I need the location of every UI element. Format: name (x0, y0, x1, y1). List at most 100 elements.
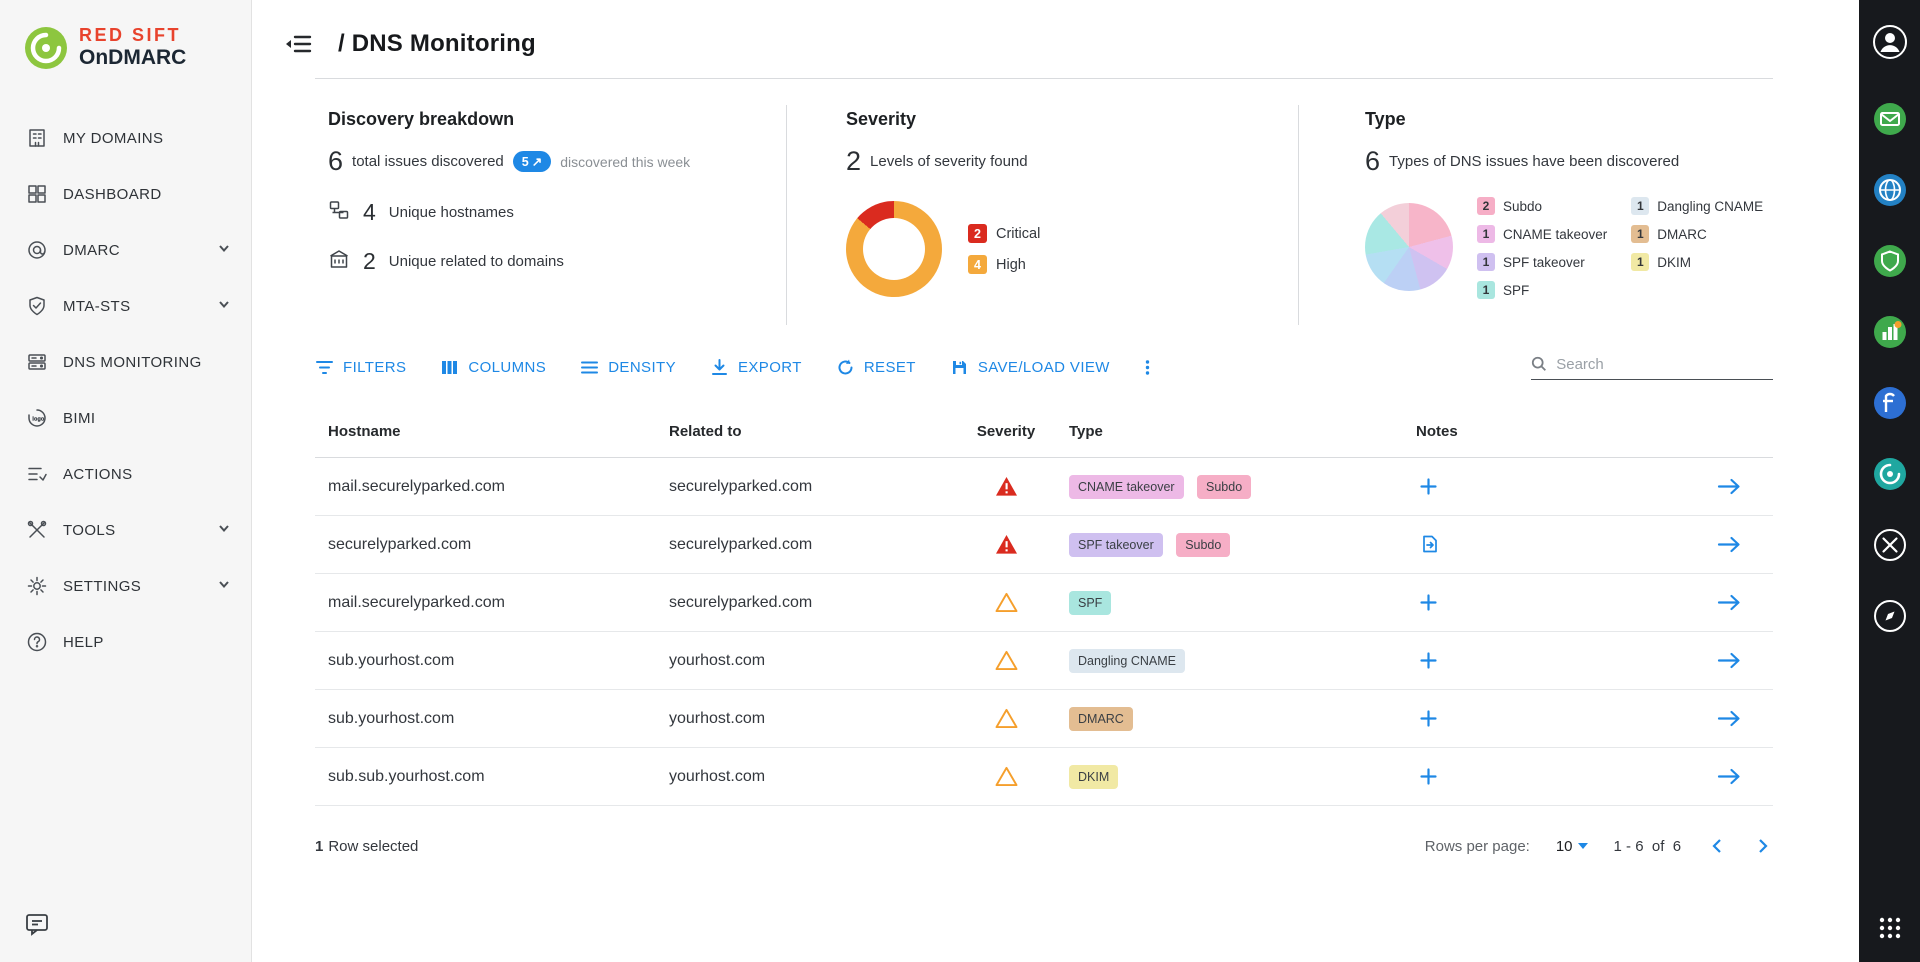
sidebar-item-help[interactable]: HELP (0, 614, 251, 670)
sidebar-item-dmarc[interactable]: DMARC (0, 222, 251, 278)
type-tag: CNAME takeover (1069, 475, 1184, 499)
sidebar-item-dns-monitoring[interactable]: DNS MONITORING (0, 334, 251, 390)
more-options-button[interactable] (1138, 358, 1157, 377)
row-details-button[interactable] (1713, 648, 1745, 673)
table-row[interactable]: sub.sub.yourhost.com yourhost.com DKIM (315, 748, 1773, 806)
trend-up-icon: ↗ (532, 154, 542, 169)
sidebar-item-dashboard[interactable]: DASHBOARD (0, 166, 251, 222)
row-details-button[interactable] (1713, 764, 1745, 789)
view-note-button[interactable] (1416, 530, 1444, 558)
add-note-button[interactable] (1416, 590, 1441, 615)
support-chat-button[interactable] (24, 911, 50, 940)
card-title: Discovery breakdown (328, 109, 776, 130)
table-footer: 1 Row selected Rows per page: 10 1 - 6 o… (315, 834, 1773, 858)
critical-severity-icon (995, 534, 1018, 555)
severity-cell (956, 534, 1056, 555)
total-issues-label: total issues discovered (352, 153, 504, 170)
export-button[interactable]: EXPORT (710, 358, 802, 377)
ondmarc-app-icon[interactable] (1873, 102, 1907, 136)
reset-button[interactable]: RESET (836, 358, 916, 377)
related-domains-count: 2 (363, 248, 376, 275)
col-header-type: Type (1056, 423, 1403, 440)
settings-icon (26, 575, 48, 597)
profile-button[interactable] (1872, 24, 1908, 60)
type-cell: SPF (1056, 591, 1403, 615)
row-details-button[interactable] (1713, 590, 1745, 615)
app-launcher-icon[interactable] (1877, 915, 1903, 944)
high-severity-icon (995, 708, 1018, 729)
table-row[interactable]: sub.yourhost.com yourhost.com DMARC (315, 690, 1773, 748)
type-tag: Subdo (1176, 533, 1230, 557)
rows-per-page-select[interactable]: 10 (1556, 838, 1588, 855)
add-note-button[interactable] (1416, 474, 1441, 499)
type-count-label: Types of DNS issues have been discovered (1389, 153, 1679, 170)
col-header-hostname: Hostname (315, 423, 656, 440)
chat-icon (24, 911, 50, 937)
sidebar: RED SIFT OnDMARC MY DOMAINS DASHBOARD DM… (0, 0, 252, 962)
sidebar-item-label: HELP (63, 634, 104, 651)
sidebar-item-actions[interactable]: ACTIONS (0, 446, 251, 502)
filter-icon (315, 358, 334, 377)
severity-cell (956, 650, 1056, 671)
arrow-right-icon (1717, 710, 1741, 727)
previous-page-button[interactable] (1707, 834, 1727, 858)
sidebar-item-label: BIMI (63, 410, 95, 427)
sidebar-item-tools[interactable]: TOOLS (0, 502, 251, 558)
add-note-button[interactable] (1416, 706, 1441, 731)
hostname-cell: mail.securelyparked.com (315, 478, 656, 496)
legend-item-dkim: 1 DKIM (1631, 253, 1763, 271)
page-header: / DNS Monitoring (252, 0, 1859, 78)
inbox-app-icon[interactable] (1873, 386, 1907, 420)
row-details-button[interactable] (1713, 706, 1745, 731)
explore-app-icon[interactable] (1873, 599, 1907, 633)
swirl-app-icon[interactable] (1873, 457, 1907, 491)
plus-icon (1420, 768, 1437, 785)
table-row[interactable]: mail.securelyparked.com securelyparked.c… (315, 574, 1773, 632)
export-icon (710, 358, 729, 377)
page-title: / DNS Monitoring (338, 30, 536, 58)
critical-count-badge: 2 (968, 224, 987, 243)
chart-app-icon[interactable] (1873, 315, 1907, 349)
sidebar-item-settings[interactable]: SETTINGS (0, 558, 251, 614)
row-details-button[interactable] (1713, 532, 1745, 557)
summary-cards: Discovery breakdown 6 total issues disco… (315, 105, 1773, 325)
tools-app-icon[interactable] (1873, 528, 1907, 562)
card-title: Type (1365, 109, 1763, 130)
filters-button[interactable]: FILTERS (315, 358, 406, 377)
type-cell: Dangling CNAME (1056, 649, 1403, 673)
row-details-button[interactable] (1713, 474, 1745, 499)
dmarc-icon (26, 239, 48, 261)
sidebar-item-label: DASHBOARD (63, 186, 162, 203)
density-button[interactable]: DENSITY (580, 358, 676, 377)
save-load-view-button[interactable]: SAVE/LOAD VIEW (950, 358, 1110, 377)
sidebar-item-bimi[interactable]: logo BIMI (0, 390, 251, 446)
search-input[interactable] (1556, 356, 1773, 373)
shield-app-icon[interactable] (1873, 244, 1907, 278)
chevron-down-icon (217, 297, 231, 315)
table-row[interactable]: mail.securelyparked.com securelyparked.c… (315, 458, 1773, 516)
columns-button[interactable]: COLUMNS (440, 358, 546, 377)
add-note-button[interactable] (1416, 648, 1441, 673)
add-note-button[interactable] (1416, 764, 1441, 789)
dns-monitoring-icon (26, 351, 48, 373)
related-to-cell: securelyparked.com (656, 478, 956, 496)
plus-icon (1420, 710, 1437, 727)
critical-severity-icon (995, 476, 1018, 497)
collapse-sidebar-button[interactable] (284, 34, 312, 54)
redsift-logo-icon (24, 26, 68, 70)
sidebar-item-my-domains[interactable]: MY DOMAINS (0, 110, 251, 166)
legend-item-subdo: 2 Subdo (1477, 197, 1607, 215)
table-header-row: Hostname Related to Severity Type Notes (315, 406, 1773, 458)
related-to-cell: yourhost.com (656, 652, 956, 670)
hostname-cell: sub.sub.yourhost.com (315, 768, 656, 786)
table-row[interactable]: securelyparked.com securelyparked.com SP… (315, 516, 1773, 574)
table-row[interactable]: sub.yourhost.com yourhost.com Dangling C… (315, 632, 1773, 690)
type-legend: 2 Subdo 1 CNAME takeover 1 SPF takeover (1477, 197, 1763, 299)
legend-item-dmarc: 1 DMARC (1631, 225, 1763, 243)
next-page-button[interactable] (1753, 834, 1773, 858)
globe-app-icon[interactable] (1873, 173, 1907, 207)
brand-name-bottom: OnDMARC (79, 46, 186, 70)
sidebar-item-mta-sts[interactable]: MTA-STS (0, 278, 251, 334)
search-box (1531, 355, 1773, 380)
chevron-down-icon (1578, 843, 1588, 849)
